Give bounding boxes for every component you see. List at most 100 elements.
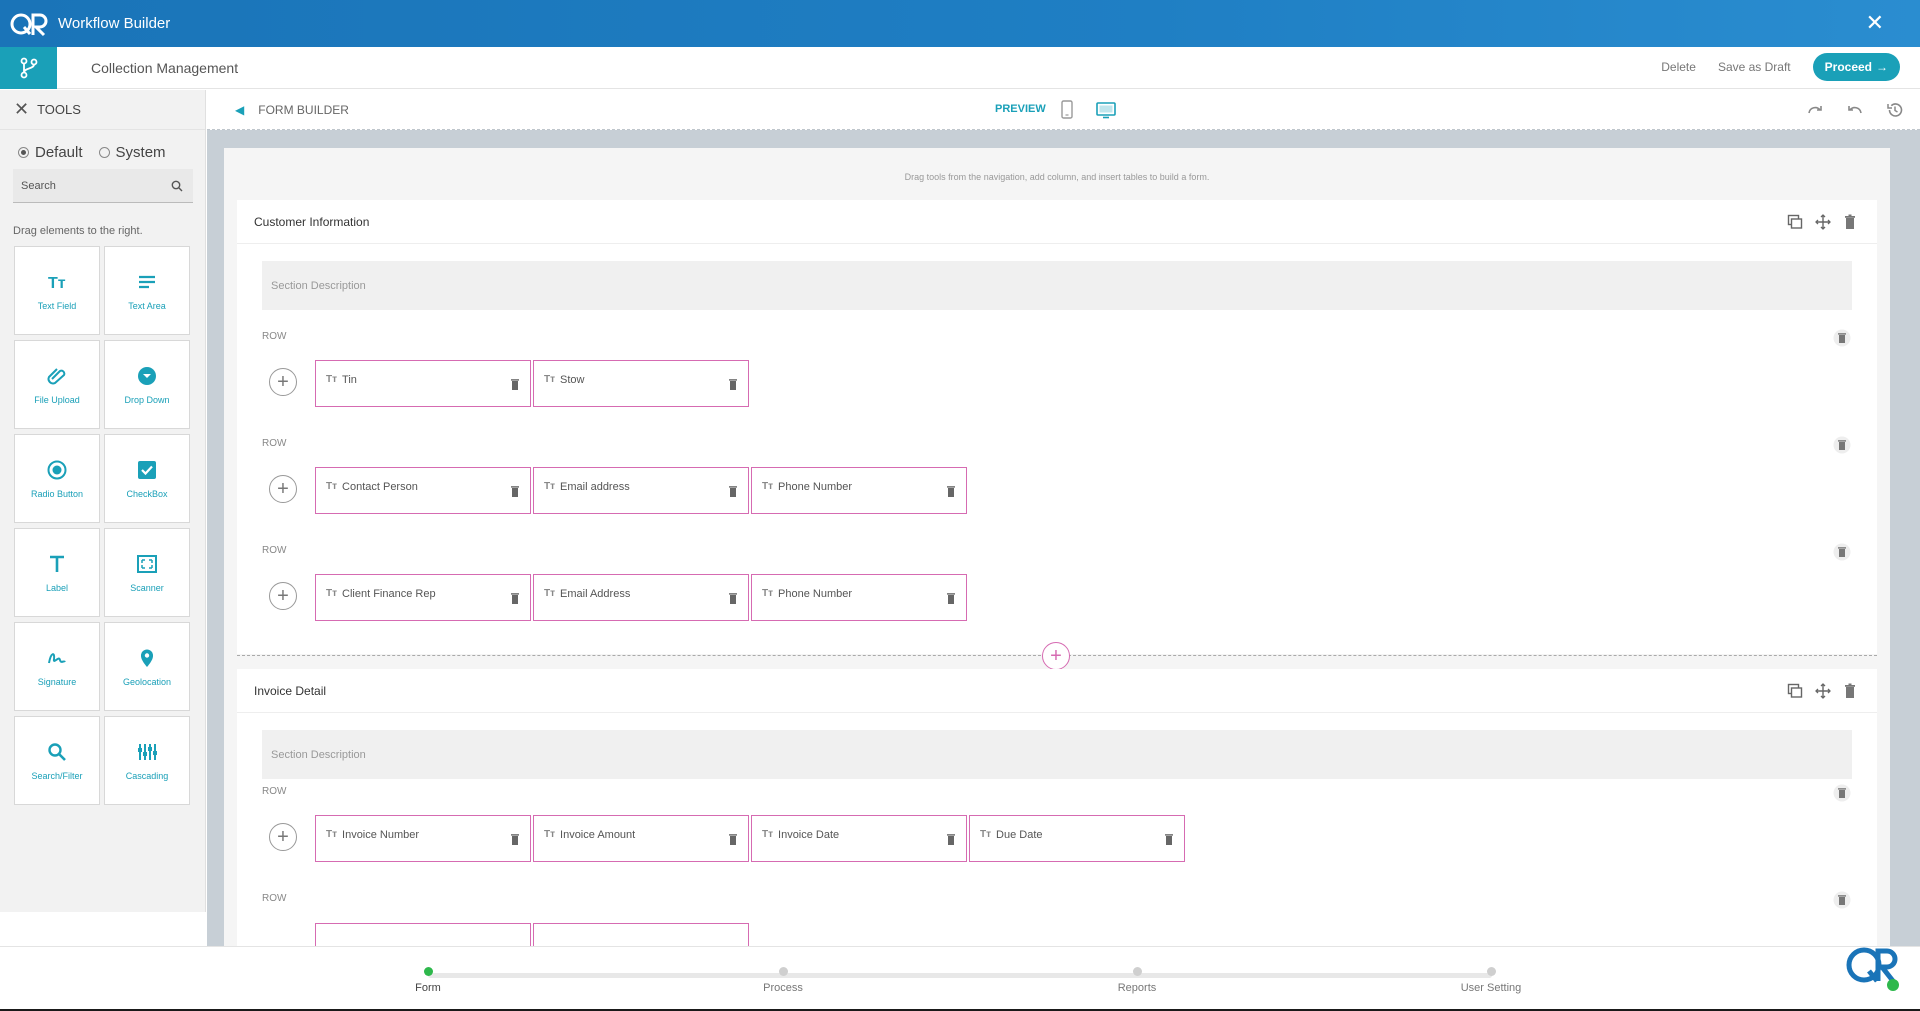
row-label: ROW bbox=[262, 438, 287, 449]
tools-title: TOOLS bbox=[37, 102, 81, 117]
form-field[interactable]: Tт Client Finance Rep bbox=[315, 574, 531, 621]
tool-text-field[interactable]: Tт Text Field bbox=[14, 246, 100, 335]
tool-label: Signature bbox=[37, 676, 77, 687]
field-label: Contact Person bbox=[342, 481, 418, 493]
trash-icon[interactable] bbox=[946, 485, 956, 497]
back-arrow-icon[interactable]: ◀ bbox=[235, 103, 244, 117]
trash-icon[interactable] bbox=[728, 485, 738, 497]
trash-icon[interactable] bbox=[946, 833, 956, 845]
section-title[interactable]: Invoice Detail bbox=[254, 684, 326, 698]
redo-icon[interactable] bbox=[1806, 101, 1824, 117]
preview-button[interactable]: PREVIEW bbox=[995, 103, 1046, 115]
undo-icon[interactable] bbox=[1846, 101, 1864, 117]
workflow-branch-icon[interactable] bbox=[0, 46, 57, 89]
form-field[interactable]: Tт Phone Number bbox=[751, 467, 967, 514]
breadcrumb[interactable]: Collection Management bbox=[91, 60, 238, 76]
tool-cascading[interactable]: Cascading bbox=[104, 716, 190, 805]
tool-checkbox[interactable]: CheckBox bbox=[104, 434, 190, 523]
add-column-button[interactable]: + bbox=[269, 823, 297, 851]
trash-icon[interactable] bbox=[946, 592, 956, 604]
tool-drop-down[interactable]: Drop Down bbox=[104, 340, 190, 429]
form-field[interactable]: Tт Email Address bbox=[533, 574, 749, 621]
delete-button[interactable]: Delete bbox=[1661, 60, 1696, 74]
row-trash-icon[interactable] bbox=[1833, 891, 1851, 909]
trash-icon[interactable] bbox=[728, 833, 738, 845]
row-trash-icon[interactable] bbox=[1833, 436, 1851, 454]
tool-signature[interactable]: Signature bbox=[14, 622, 100, 711]
section-title[interactable]: Customer Information bbox=[254, 215, 369, 229]
tool-search-input[interactable]: Search bbox=[13, 169, 193, 203]
form-field[interactable]: Tт Phone Number bbox=[751, 574, 967, 621]
step-form[interactable]: Form bbox=[368, 967, 488, 994]
tool-geolocation[interactable]: Geolocation bbox=[104, 622, 190, 711]
tool-label: Cascading bbox=[125, 770, 169, 781]
step-user-setting[interactable]: User Setting bbox=[1431, 967, 1551, 994]
trash-icon[interactable] bbox=[510, 592, 520, 604]
proceed-button[interactable]: Proceed → bbox=[1812, 53, 1900, 81]
tool-scanner[interactable]: Scanner bbox=[104, 528, 190, 617]
trash-icon[interactable] bbox=[510, 378, 520, 390]
chat-assistant-icon[interactable] bbox=[1844, 937, 1900, 993]
save-draft-button[interactable]: Save as Draft bbox=[1718, 60, 1791, 74]
trash-icon[interactable] bbox=[728, 378, 738, 390]
history-icon[interactable] bbox=[1886, 101, 1904, 119]
form-field[interactable]: Tт Due Date bbox=[969, 815, 1185, 862]
trash-icon[interactable] bbox=[510, 833, 520, 845]
row-trash-icon[interactable] bbox=[1833, 784, 1851, 802]
move-icon[interactable] bbox=[1815, 683, 1831, 699]
move-icon[interactable] bbox=[1815, 214, 1831, 230]
form-field[interactable]: Tт Invoice Date bbox=[751, 815, 967, 862]
step-reports[interactable]: Reports bbox=[1077, 967, 1197, 994]
section-description[interactable]: Section Description bbox=[262, 261, 1852, 310]
system-radio[interactable] bbox=[98, 147, 110, 158]
form-section[interactable]: Customer Information Section Description… bbox=[237, 200, 1877, 654]
trash-icon[interactable] bbox=[728, 592, 738, 604]
step-process[interactable]: Process bbox=[723, 967, 843, 994]
tool-search-filter[interactable]: Search/Filter bbox=[14, 716, 100, 805]
system-radio-label[interactable]: System bbox=[116, 144, 166, 161]
tool-label: Drop Down bbox=[124, 394, 170, 405]
tools-header: ✕ TOOLS bbox=[0, 90, 205, 130]
row-trash-icon[interactable] bbox=[1833, 329, 1851, 347]
form-field[interactable]: Tт Email address bbox=[533, 467, 749, 514]
close-icon[interactable]: ✕ bbox=[1866, 12, 1884, 34]
row-trash-icon[interactable] bbox=[1833, 543, 1851, 561]
add-column-button[interactable]: + bbox=[269, 368, 297, 396]
close-tools-icon[interactable]: ✕ bbox=[14, 99, 29, 120]
form-field[interactable] bbox=[533, 923, 749, 946]
form-field[interactable]: Tт Contact Person bbox=[315, 467, 531, 514]
desktop-view-icon[interactable] bbox=[1096, 100, 1116, 120]
trash-icon[interactable] bbox=[510, 485, 520, 497]
section-description[interactable]: Section Description bbox=[262, 730, 1852, 779]
label-icon bbox=[50, 555, 64, 572]
field-label: Invoice Amount bbox=[560, 829, 636, 841]
form-section[interactable]: Invoice Detail Section Description ROW +… bbox=[237, 669, 1877, 946]
trash-icon[interactable] bbox=[1843, 214, 1857, 230]
add-column-button[interactable]: + bbox=[269, 475, 297, 503]
default-radio-label[interactable]: Default bbox=[35, 144, 83, 161]
search-icon bbox=[48, 742, 66, 761]
form-field[interactable]: Tт Invoice Amount bbox=[533, 815, 749, 862]
cascading-icon bbox=[138, 743, 157, 760]
form-field[interactable] bbox=[315, 923, 531, 946]
trash-icon[interactable] bbox=[1843, 683, 1857, 699]
form-field[interactable]: Tт Invoice Number bbox=[315, 815, 531, 862]
location-pin-icon bbox=[141, 649, 153, 667]
text-field-icon: Tт bbox=[762, 481, 774, 492]
duplicate-icon[interactable] bbox=[1787, 214, 1803, 230]
duplicate-icon[interactable] bbox=[1787, 683, 1803, 699]
tool-radio-button[interactable]: Radio Button bbox=[14, 434, 100, 523]
tool-label[interactable]: Label bbox=[14, 528, 100, 617]
mobile-view-icon[interactable] bbox=[1060, 100, 1074, 120]
tool-file-upload[interactable]: File Upload bbox=[14, 340, 100, 429]
add-section-button[interactable]: + bbox=[1042, 642, 1070, 670]
tool-text-area[interactable]: Text Area bbox=[104, 246, 190, 335]
add-column-button[interactable]: + bbox=[269, 582, 297, 610]
tool-label: Search/Filter bbox=[31, 770, 83, 781]
trash-icon[interactable] bbox=[1164, 833, 1174, 845]
text-field-icon: Tт bbox=[762, 588, 774, 599]
default-radio[interactable] bbox=[18, 147, 29, 158]
form-field[interactable]: Tт Stow bbox=[533, 360, 749, 407]
form-field[interactable]: Tт Tin bbox=[315, 360, 531, 407]
row-label: ROW bbox=[262, 545, 287, 556]
